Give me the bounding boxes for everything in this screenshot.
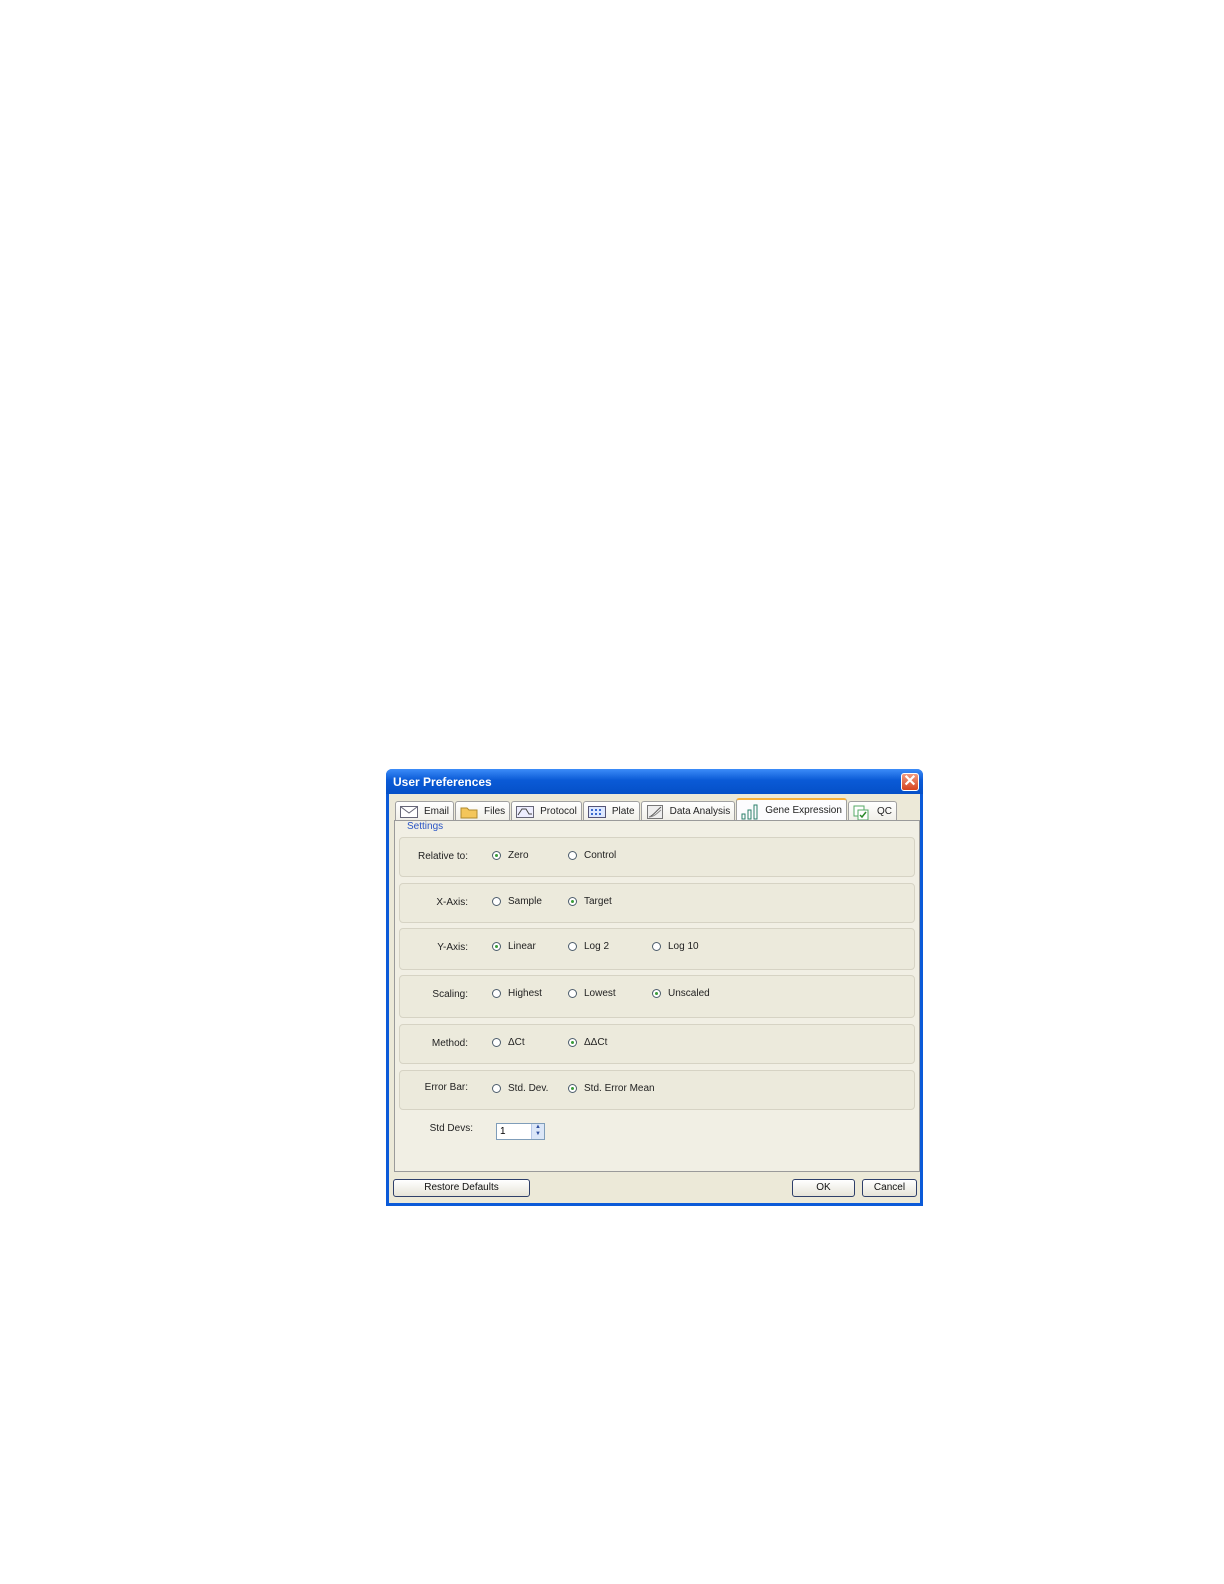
tab-files[interactable]: Files [455, 801, 511, 821]
qc-icon [853, 805, 871, 820]
tab-gene-expression[interactable]: Gene Expression [736, 798, 847, 821]
y-axis-log10-radio[interactable]: Log 10 [652, 941, 699, 952]
close-icon[interactable]: ✕ [901, 773, 919, 791]
tab-qc[interactable]: QC [847, 801, 897, 821]
data-analysis-icon [646, 804, 664, 819]
scaling-label: Scaling: [432, 989, 468, 1000]
cancel-button[interactable]: Cancel [862, 1179, 917, 1197]
tab-data-analysis[interactable]: Data Analysis [640, 801, 736, 821]
protocol-icon [516, 805, 535, 819]
user-preferences-dialog: User Preferences ✕ Email Files Protocol [386, 769, 923, 1206]
scaling-group: Scaling: Highest Lowest Unscaled [399, 975, 915, 1018]
std-devs-value: 1 [500, 1126, 506, 1137]
relative-to-label: Relative to: [417, 851, 468, 862]
title-bar[interactable]: User Preferences ✕ [386, 769, 923, 794]
method-delta-ct-radio[interactable]: ΔCt [492, 1037, 525, 1048]
bar-chart-icon [741, 804, 759, 819]
error-bar-std-dev-radio[interactable]: Std. Dev. [492, 1083, 548, 1094]
method-group: Method: ΔCt ΔΔCt [399, 1024, 915, 1064]
std-devs-label: Std Devs: [429, 1123, 473, 1134]
restore-defaults-button[interactable]: Restore Defaults [393, 1179, 530, 1197]
dialog-title: User Preferences [393, 775, 492, 789]
plate-icon [587, 805, 606, 819]
relative-to-zero-radio[interactable]: Zero [492, 850, 529, 861]
ok-button[interactable]: OK [792, 1179, 855, 1197]
x-axis-target-radio[interactable]: Target [568, 896, 612, 907]
y-axis-label: Y-Axis: [437, 942, 468, 953]
chevron-down-icon[interactable]: ▼ [532, 1131, 544, 1138]
folder-icon [460, 805, 478, 819]
tab-plate[interactable]: Plate [582, 801, 640, 821]
tab-strip: Email Files Protocol Plate Data Analysis… [395, 797, 898, 821]
tab-protocol[interactable]: Protocol [511, 801, 582, 821]
stepper-buttons[interactable]: ▲ ▼ [531, 1124, 544, 1139]
y-axis-linear-radio[interactable]: Linear [492, 941, 536, 952]
chevron-up-icon[interactable]: ▲ [532, 1124, 544, 1131]
error-bar-std-error-mean-radio[interactable]: Std. Error Mean [568, 1083, 655, 1094]
settings-panel: Settings Relative to: Zero Control X-Axi… [394, 820, 920, 1172]
x-axis-group: X-Axis: Sample Target [399, 883, 915, 923]
email-icon [400, 805, 418, 819]
x-axis-sample-radio[interactable]: Sample [492, 896, 542, 907]
relative-to-group: Relative to: Zero Control [399, 837, 915, 877]
error-bar-group: Error Bar: Std. Dev. Std. Error Mean [399, 1070, 915, 1110]
tab-email[interactable]: Email [395, 801, 455, 821]
y-axis-group: Y-Axis: Linear Log 2 Log 10 [399, 928, 915, 970]
scaling-highest-radio[interactable]: Highest [492, 988, 542, 999]
method-delta-delta-ct-radio[interactable]: ΔΔCt [568, 1037, 607, 1048]
error-bar-label: Error Bar: [424, 1082, 468, 1093]
settings-legend: Settings [404, 821, 447, 832]
x-axis-label: X-Axis: [436, 897, 468, 908]
scaling-unscaled-radio[interactable]: Unscaled [652, 988, 710, 999]
relative-to-control-radio[interactable]: Control [568, 850, 616, 861]
std-devs-stepper[interactable]: 1 ▲ ▼ [496, 1123, 545, 1140]
scaling-lowest-radio[interactable]: Lowest [568, 988, 616, 999]
method-label: Method: [431, 1038, 468, 1049]
y-axis-log2-radio[interactable]: Log 2 [568, 941, 609, 952]
